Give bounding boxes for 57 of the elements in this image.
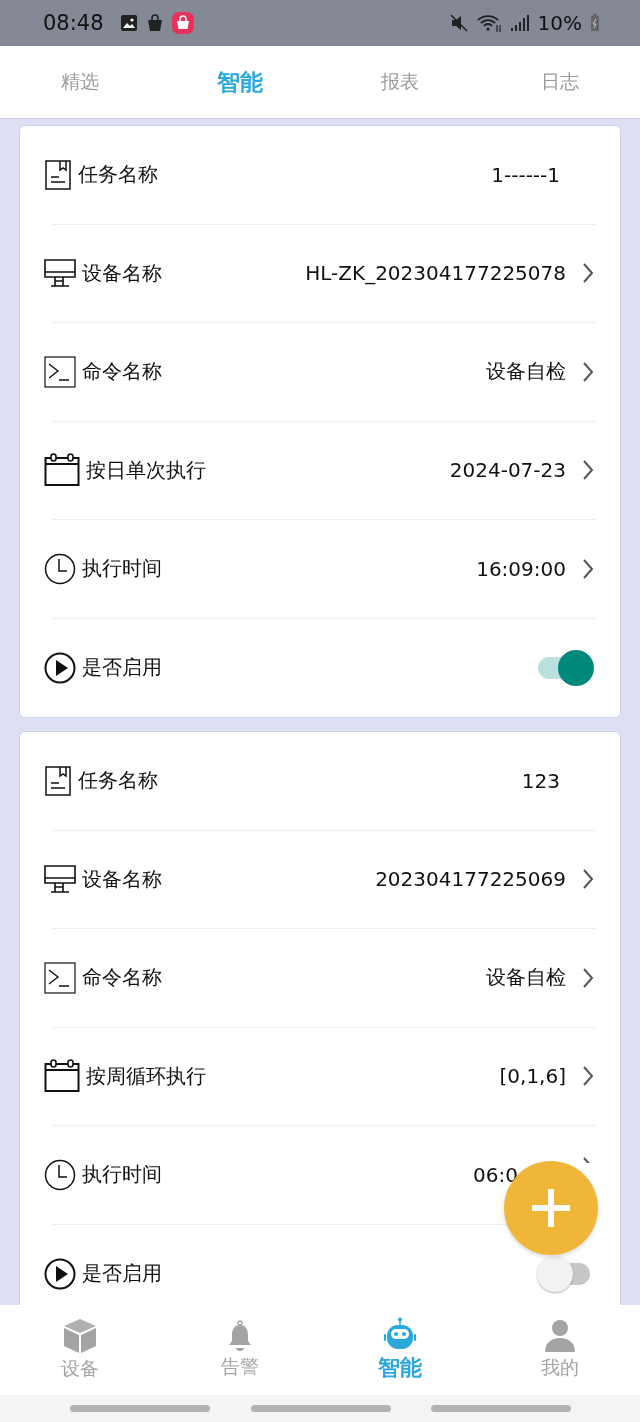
shop-icon xyxy=(171,12,194,34)
field-value: 06:0 xyxy=(473,1162,518,1187)
field-label: 是否启用 xyxy=(82,654,162,682)
play-icon xyxy=(44,651,76,684)
plus-icon xyxy=(530,1187,572,1229)
cube-icon xyxy=(63,1318,97,1354)
image-icon xyxy=(119,14,138,32)
field-label: 命令名称 xyxy=(82,358,162,386)
battery-icon xyxy=(590,14,600,32)
top-tab[interactable]: 报表 xyxy=(320,46,480,118)
top-tab[interactable]: 精选 xyxy=(0,46,160,118)
field-label: 是否启用 xyxy=(82,1260,162,1288)
field-value: 1------1 xyxy=(491,162,560,187)
calendar-icon xyxy=(44,1059,80,1094)
terminal-icon xyxy=(44,355,76,388)
clock-icon xyxy=(44,552,76,585)
field-label: 设备名称 xyxy=(82,865,162,893)
enable-switch[interactable] xyxy=(536,648,594,687)
field-label: 按周循环执行 xyxy=(86,1062,206,1090)
robot-icon xyxy=(383,1317,417,1351)
bag-icon xyxy=(145,14,164,32)
monitor-icon xyxy=(44,258,76,289)
field-label: 任务名称 xyxy=(78,767,158,795)
monitor-icon xyxy=(44,864,76,895)
battery-percent: 10% xyxy=(537,11,582,35)
field-value: 设备自检 xyxy=(486,964,566,992)
nav-tab[interactable]: 我的 xyxy=(480,1305,640,1395)
nav-tab[interactable]: 智能 xyxy=(320,1305,480,1395)
field-label: 命令名称 xyxy=(82,964,162,992)
document-icon xyxy=(44,159,72,190)
document-icon xyxy=(44,765,72,796)
play-icon xyxy=(44,1257,76,1290)
bell-icon xyxy=(227,1320,253,1352)
field-value: 设备自检 xyxy=(486,358,566,386)
top-tab[interactable]: 日志 xyxy=(480,46,640,118)
clock-icon xyxy=(44,1158,76,1191)
wifi-icon xyxy=(475,13,502,33)
field-label: 任务名称 xyxy=(78,161,158,189)
terminal-icon xyxy=(44,961,76,994)
mute-icon xyxy=(449,14,468,32)
field-label: 执行时间 xyxy=(82,555,162,583)
field-value: [0,1,6] xyxy=(499,1064,566,1089)
nav-tab[interactable]: 告警 xyxy=(160,1305,320,1395)
field-value: 123 xyxy=(521,768,560,793)
top-tab[interactable]: 智能 xyxy=(160,46,320,118)
field-label: 执行时间 xyxy=(82,1161,162,1189)
field-value: HL-ZK_202304177225078 xyxy=(305,261,566,286)
person-icon xyxy=(544,1319,576,1353)
field-label: 按日单次执行 xyxy=(86,456,206,484)
field-value: 16:09:00 xyxy=(476,556,566,581)
field-value: 2024-07-23 xyxy=(449,458,566,483)
signal-icon xyxy=(509,14,530,32)
nav-tab[interactable]: 设备 xyxy=(0,1305,160,1395)
calendar-icon xyxy=(44,453,80,488)
field-label: 设备名称 xyxy=(82,259,162,287)
field-value: 202304177225069 xyxy=(375,867,566,892)
status-time: 08:48 xyxy=(43,11,104,35)
